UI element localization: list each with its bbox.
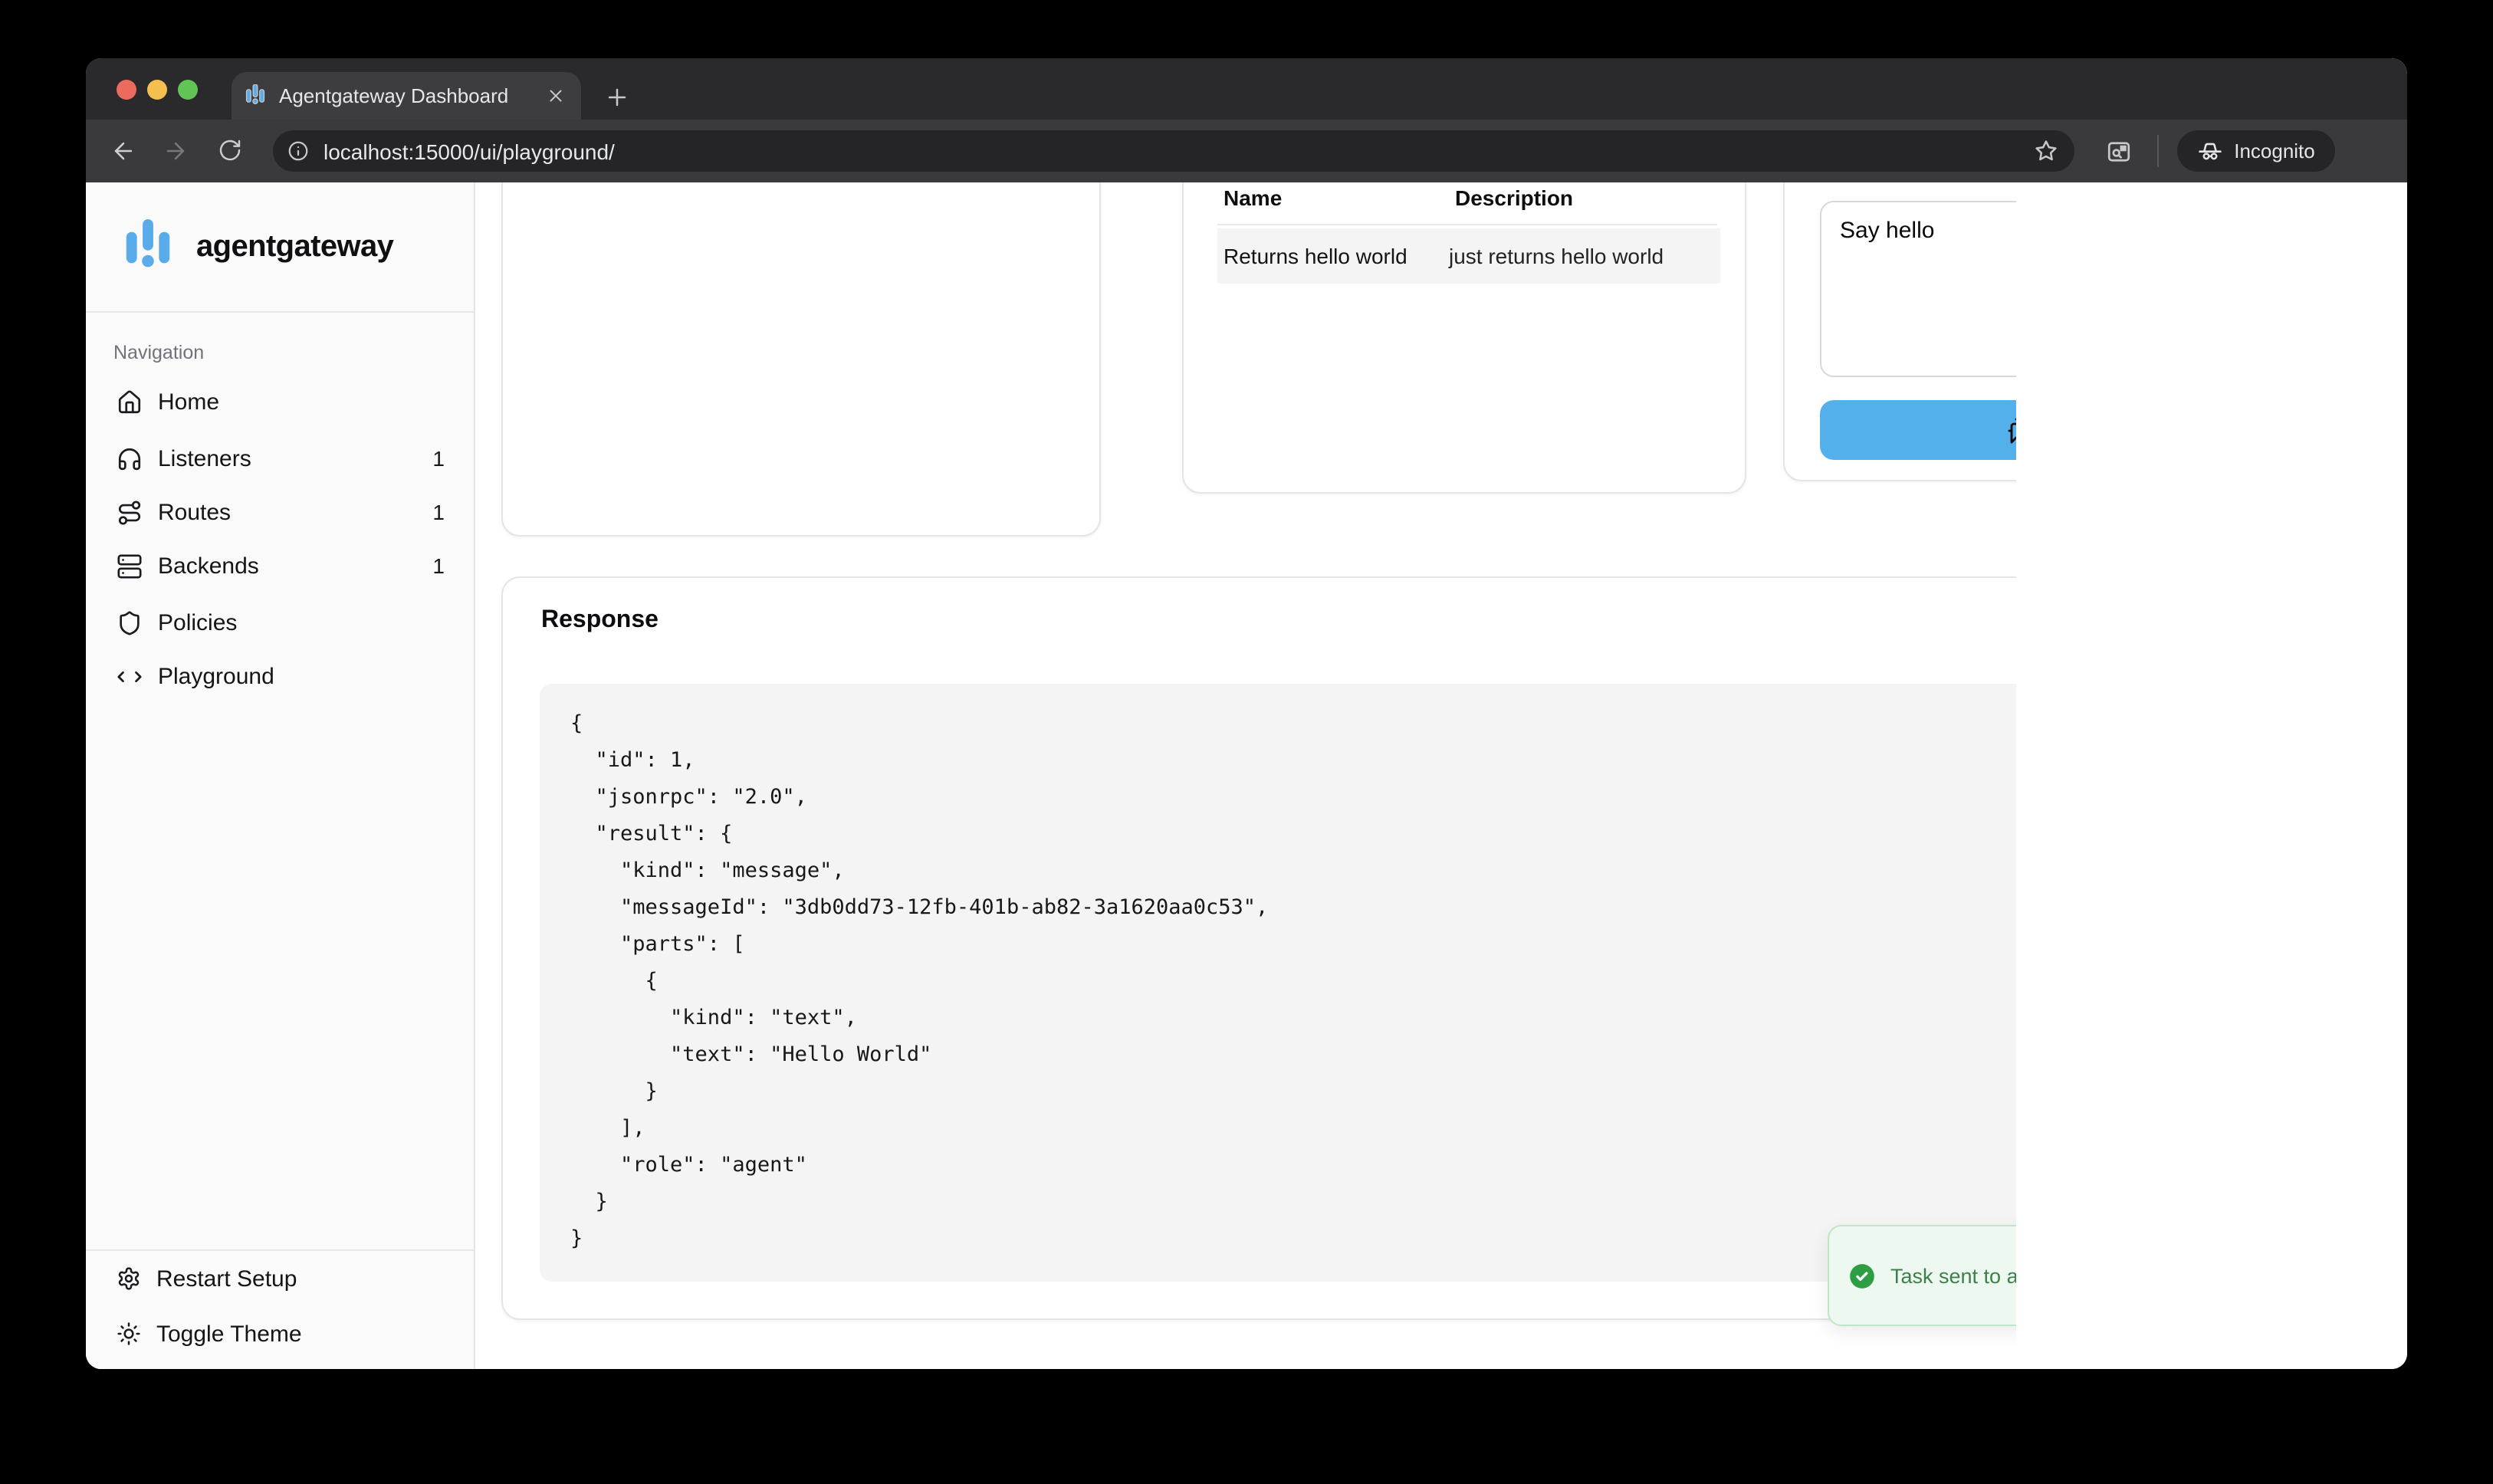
back-button[interactable] [101,129,144,172]
code-icon [117,663,143,689]
sidebar-item-label: Playground [158,663,274,689]
sidebar-item-label: Restart Setup [156,1266,297,1292]
sidebar-item-label: Policies [158,609,237,635]
page-content: agentgateway Navigation Home Listeners 1 [86,182,2407,1369]
skills-card: Name Description Returns hello world jus… [1182,182,1746,494]
agent-card [501,182,1101,537]
sidebar-item-label: Listeners [158,445,251,471]
minimize-window-button[interactable] [147,80,167,100]
task-card: Say hello Send Task [1783,182,2016,481]
tab-title: Agentgateway Dashboard [279,84,546,107]
bot-message-icon [2006,416,2016,444]
sidebar-footer-divider [86,1249,474,1251]
count-badge: 1 [432,553,445,578]
sidebar-item-home[interactable]: Home [95,376,466,428]
nav-section-label: Navigation [113,342,204,363]
headphones-icon [117,445,143,471]
column-header-description: Description [1455,186,1573,210]
send-task-button[interactable]: Send Task [1820,400,2016,460]
response-json: { "id": 1, "jsonrpc": "2.0", "result": {… [540,684,2016,1279]
sidebar-item-backends[interactable]: Backends 1 [95,540,466,592]
success-toast: Task sent to agent using skill Returns h… [1828,1225,2016,1326]
screen: Agentgateway Dashboard [0,0,2493,1484]
forward-button[interactable] [153,129,196,172]
shield-icon [117,609,143,635]
incognito-icon [2197,138,2223,164]
sidebar-item-playground[interactable]: Playground [95,650,466,702]
sidebar-item-toggle-theme[interactable]: Toggle Theme [95,1308,466,1360]
response-code-block: { "id": 1, "jsonrpc": "2.0", "result": {… [540,684,2016,1282]
count-badge: 1 [432,446,445,471]
url-text: localhost:15000/ui/playground/ [324,139,2033,163]
sidebar-item-label: Routes [158,499,231,525]
zoom-window-button[interactable] [178,80,198,100]
search-tabs-icon[interactable] [2105,138,2133,166]
incognito-label: Incognito [2234,140,2315,163]
gear-icon [117,1266,141,1291]
route-icon [117,499,143,525]
tab-strip: Agentgateway Dashboard [86,58,2407,120]
toolbar-separator [2157,135,2159,167]
agentgateway-logo-icon [120,218,176,275]
sidebar-item-label: Toggle Theme [156,1321,302,1347]
response-title: Response [541,607,659,635]
incognito-badge: Incognito [2177,130,2335,172]
count-badge: 1 [432,500,445,524]
server-icon [117,553,143,579]
brand-name: agentgateway [196,229,393,264]
reload-button[interactable] [209,129,251,172]
bookmark-star-icon[interactable] [2033,138,2059,164]
response-card: Response { "id": 1, "jsonrpc": "2.0", "r… [501,576,2016,1320]
browser-toolbar: localhost:15000/ui/playground/ [86,120,2407,182]
new-tab-button[interactable] [596,77,636,117]
home-icon [117,389,143,415]
main-area: Name Description Returns hello world jus… [475,182,2016,1369]
brand[interactable]: agentgateway [86,182,474,313]
skill-row[interactable]: Returns hello world just returns hello w… [1217,228,1720,284]
sidebar-item-restart-setup[interactable]: Restart Setup [95,1253,466,1305]
close-tab-icon[interactable] [546,86,566,106]
table-header-divider [1217,224,1717,225]
sidebar-item-label: Home [158,389,219,415]
browser-window: Agentgateway Dashboard [86,58,2407,1369]
skill-name: Returns hello world [1224,244,1449,268]
sidebar: agentgateway Navigation Home Listeners 1 [86,182,475,1369]
task-message-input[interactable]: Say hello [1820,201,2016,377]
site-info-icon[interactable] [287,140,310,163]
sidebar-item-label: Backends [158,553,259,579]
check-circle-icon [1848,1261,1877,1290]
skill-description: just returns hello world [1449,244,1664,268]
column-header-name: Name [1224,186,1282,210]
browser-menu-icon[interactable] [2361,138,2386,163]
close-window-button[interactable] [117,80,136,100]
sidebar-item-listeners[interactable]: Listeners 1 [95,432,466,484]
sidebar-item-routes[interactable]: Routes 1 [95,486,466,538]
sidebar-item-policies[interactable]: Policies [95,596,466,648]
address-bar[interactable]: localhost:15000/ui/playground/ [273,130,2074,172]
favicon-agentgateway-icon [244,84,267,107]
sun-icon [117,1321,141,1346]
browser-tab[interactable]: Agentgateway Dashboard [232,72,581,120]
toast-message: Task sent to agent using skill Returns h… [1890,1261,2016,1290]
